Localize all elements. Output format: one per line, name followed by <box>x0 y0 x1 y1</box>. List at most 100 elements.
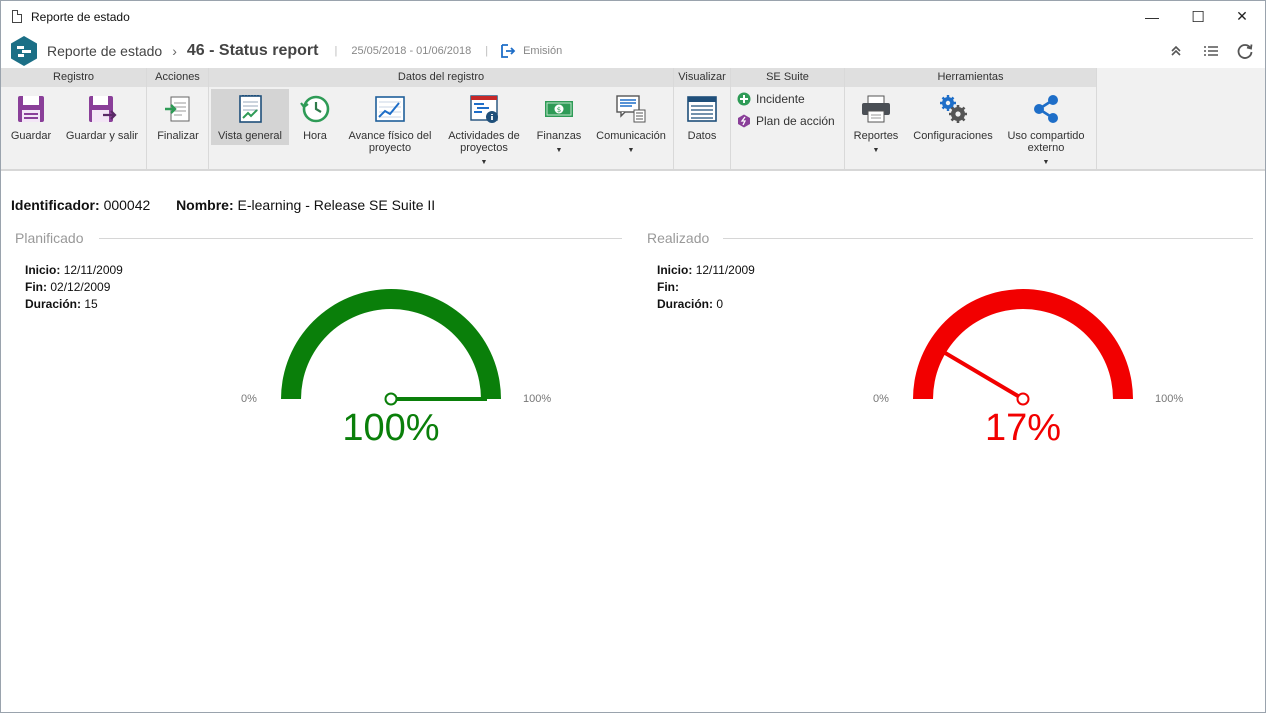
dropdown-caret-icon: ▼ <box>1042 159 1050 166</box>
project-activities-button[interactable]: Actividades de proyectos ▼ <box>443 89 525 167</box>
svg-text:$: $ <box>557 106 561 114</box>
dropdown-caret-icon: ▼ <box>627 147 635 154</box>
physical-progress-button[interactable]: Avance físico del proyecto <box>341 89 439 161</box>
actual-percentage: 17% <box>984 407 1062 449</box>
date-range: 25/05/2018 - 01/06/2018 <box>351 45 472 57</box>
ribbon-group-herramientas: Herramientas Reportes ▼ Configuraciones … <box>845 68 1097 169</box>
group-label: Datos del registro <box>209 68 673 87</box>
ribbon-group-registro: Registro Guardar Guardar y salir <box>1 68 147 169</box>
group-label: Herramientas <box>845 68 1096 87</box>
incident-icon <box>737 92 751 106</box>
planned-section-title: Planificado <box>15 230 84 246</box>
communication-icon <box>616 95 646 123</box>
planned-info: Inicio: 12/11/2009 Fin: 02/12/2009 Durac… <box>25 262 123 313</box>
duration-label: Duración: <box>657 297 714 311</box>
gauge-min-label: 0% <box>241 393 257 405</box>
name-value: E-learning - Release SE Suite II <box>237 197 436 213</box>
external-share-button[interactable]: Uso compartido externo ▼ <box>1001 89 1091 167</box>
button-label: Vista general <box>217 130 282 142</box>
data-button[interactable]: Datos <box>680 89 724 149</box>
duration-label: Duración: <box>25 297 82 311</box>
document-icon <box>12 10 22 23</box>
settings-button[interactable]: Configuraciones <box>909 89 997 149</box>
record-identity: Identificador: 000042 Nombre: E-learning… <box>11 197 435 213</box>
button-label: Incidente <box>756 92 805 106</box>
gears-icon <box>940 95 967 123</box>
emission-icon <box>501 44 516 58</box>
printer-icon <box>862 95 890 123</box>
identifier-label: Identificador: <box>11 197 100 213</box>
gauge-max-label: 100% <box>1155 393 1184 405</box>
button-label: Comunicación <box>596 130 666 142</box>
maximize-button[interactable]: ☐ <box>1175 1 1221 32</box>
ribbon-group-acciones: Acciones Finalizar <box>147 68 209 169</box>
end-label: Fin: <box>657 280 679 294</box>
dropdown-caret-icon: ▼ <box>555 147 563 154</box>
button-label: Guardar y salir <box>65 130 139 142</box>
emission-label: Emisión <box>523 45 563 57</box>
end-label: Fin: <box>25 280 47 294</box>
ribbon-group-datos-registro: Datos del registro Vista general Hora Av… <box>209 68 674 169</box>
data-table-icon <box>687 96 717 122</box>
gauge-hub <box>1016 392 1030 406</box>
se-suite-logo-icon <box>9 35 39 67</box>
window-title: Reporte de estado <box>31 9 130 24</box>
finances-button[interactable]: $ Finanzas ▼ <box>531 89 587 155</box>
communication-button[interactable]: Comunicación ▼ <box>593 89 669 155</box>
dropdown-caret-icon: ▼ <box>872 147 880 154</box>
money-icon: $ <box>545 101 573 117</box>
name-label: Nombre: <box>176 197 234 213</box>
duration-value: 0 <box>716 297 724 311</box>
duration-value: 15 <box>84 297 98 311</box>
save-button[interactable]: Guardar <box>5 89 57 149</box>
button-label: Datos <box>687 130 717 142</box>
overview-icon <box>239 95 262 123</box>
section-divider <box>723 238 1253 239</box>
time-button[interactable]: Hora <box>293 89 337 149</box>
ribbon-group-se-suite: SE Suite Incidente Plan de acción <box>731 68 845 169</box>
close-button[interactable]: ✕ <box>1219 1 1265 32</box>
gauge-svg <box>281 289 501 406</box>
button-label: Configuraciones <box>913 130 993 142</box>
activities-icon <box>470 95 498 123</box>
breadcrumb-separator: › <box>172 43 177 59</box>
list-icon[interactable] <box>1199 34 1223 68</box>
action-plan-button[interactable]: Plan de acción <box>737 114 835 128</box>
save-and-exit-button[interactable]: Guardar y salir <box>61 89 143 149</box>
group-label: Registro <box>1 68 146 87</box>
header-divider: | <box>485 45 489 57</box>
status-report-content: Identificador: 000042 Nombre: E-learning… <box>1 173 1265 713</box>
group-label: Acciones <box>147 68 208 87</box>
button-label: Reportes <box>853 130 899 142</box>
button-label: Hora <box>303 130 327 142</box>
reports-button[interactable]: Reportes ▼ <box>849 89 903 155</box>
actual-section-title: Realizado <box>647 230 710 246</box>
gauge-arc <box>281 289 501 399</box>
button-label: Plan de acción <box>756 114 835 128</box>
planned-percentage: 100% <box>342 407 440 449</box>
start-value: 12/11/2009 <box>63 263 123 277</box>
gauge-hub <box>384 392 398 406</box>
gauge-needle <box>939 348 1025 401</box>
button-label: Finalizar <box>157 130 199 142</box>
finalize-button[interactable]: Finalizar <box>151 89 205 149</box>
share-icon <box>1034 95 1058 123</box>
breadcrumb-app[interactable]: Reporte de estado <box>47 43 162 59</box>
button-label: proyecto <box>368 142 412 154</box>
group-label: Visualizar <box>674 68 730 87</box>
minimize-button[interactable]: — <box>1129 1 1175 32</box>
progress-chart-icon <box>375 96 405 122</box>
collapse-icon[interactable] <box>1164 34 1188 68</box>
button-label: Uso compartido <box>1007 130 1085 142</box>
refresh-icon[interactable] <box>1233 34 1257 68</box>
action-plan-icon <box>738 114 750 128</box>
incident-button[interactable]: Incidente <box>737 92 805 106</box>
overview-button[interactable]: Vista general <box>211 89 289 145</box>
clock-history-icon <box>300 95 330 123</box>
gauge-svg <box>913 289 1133 406</box>
end-value: 02/12/2009 <box>50 280 111 294</box>
ribbon-group-visualizar: Visualizar Datos <box>674 68 731 169</box>
group-label: SE Suite <box>731 68 844 87</box>
emission-button[interactable]: Emisión <box>500 43 562 59</box>
gauge-min-label: 0% <box>873 393 889 405</box>
